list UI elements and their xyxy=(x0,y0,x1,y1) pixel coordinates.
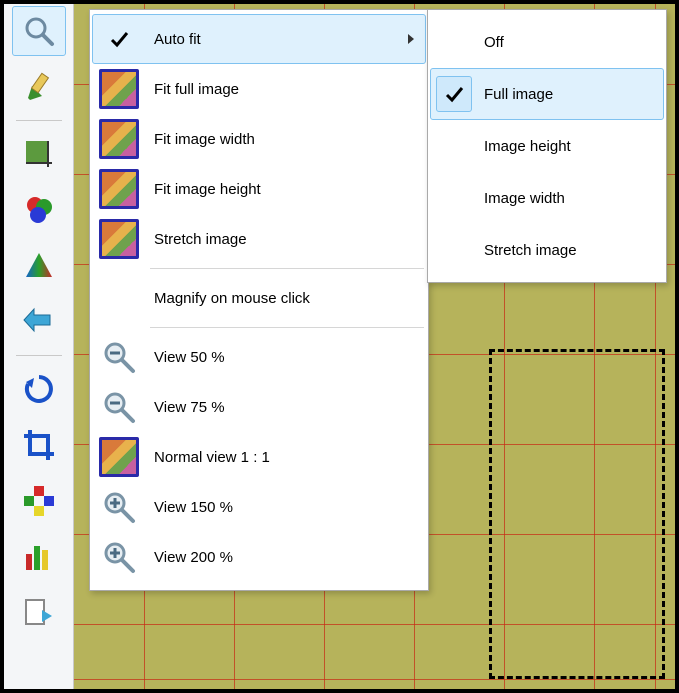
menu-separator xyxy=(150,327,424,328)
menu-item-view-200[interactable]: View 200 % xyxy=(92,532,426,582)
menu-separator xyxy=(150,268,424,269)
magnifier-plus-icon xyxy=(101,539,137,575)
menu-item-label: View 75 % xyxy=(154,399,420,416)
pencil-icon xyxy=(22,70,56,104)
menu-item-fit-image-width[interactable]: Fit image width xyxy=(92,114,426,164)
histogram-icon xyxy=(22,540,56,574)
menu-item-normal-view[interactable]: Normal view 1 : 1 xyxy=(92,432,426,482)
menu-item-label: Fit image width xyxy=(154,131,420,148)
submenu-item-image-width[interactable]: Image width xyxy=(430,172,664,224)
submenu-item-label: Stretch image xyxy=(484,242,577,259)
selection-rect xyxy=(489,349,665,679)
cone-icon xyxy=(22,249,56,283)
crop-icon xyxy=(22,428,56,462)
magnifier-icon xyxy=(22,14,56,48)
menu-item-view-75[interactable]: View 75 % xyxy=(92,382,426,432)
app-window: Auto fit Fit full image Fit image width … xyxy=(0,0,679,693)
check-icon xyxy=(109,29,129,49)
color-swap-icon xyxy=(22,484,56,518)
thumbnail-icon xyxy=(99,219,139,259)
rotate-icon xyxy=(22,372,56,406)
menu-item-stretch-image[interactable]: Stretch image xyxy=(92,214,426,264)
submenu-item-label: Image width xyxy=(484,190,565,207)
menu-item-magnify-on-click[interactable]: Magnify on mouse click xyxy=(92,273,426,323)
thumbnail-icon xyxy=(99,169,139,209)
menu-item-label: Fit full image xyxy=(154,81,420,98)
submenu-item-label: Off xyxy=(484,34,504,51)
thumbnail-icon xyxy=(99,69,139,109)
page-next-tool-button[interactable] xyxy=(12,588,66,638)
grid-measure-tool-button[interactable] xyxy=(12,129,66,179)
submenu-item-stretch-image[interactable]: Stretch image xyxy=(430,224,664,276)
left-toolbar xyxy=(4,4,74,689)
submenu-arrow-icon xyxy=(408,34,414,44)
cone-tool-button[interactable] xyxy=(12,241,66,291)
rgb-circles-icon xyxy=(22,193,56,227)
menu-item-label: View 200 % xyxy=(154,549,420,566)
menu-item-fit-full-image[interactable]: Fit full image xyxy=(92,64,426,114)
submenu-item-off[interactable]: Off xyxy=(430,16,664,68)
menu-item-auto-fit[interactable]: Auto fit xyxy=(92,14,426,64)
submenu-item-label: Image height xyxy=(484,138,571,155)
view-menu: Auto fit Fit full image Fit image width … xyxy=(89,9,429,591)
auto-fit-submenu: Off Full image Image height Image width … xyxy=(427,9,667,283)
menu-item-label: View 150 % xyxy=(154,499,420,516)
back-arrow-tool-button[interactable] xyxy=(12,297,66,347)
magnifier-minus-icon xyxy=(101,339,137,375)
submenu-item-label: Full image xyxy=(484,86,553,103)
menu-item-label: Normal view 1 : 1 xyxy=(154,449,420,466)
toolbar-separator xyxy=(16,120,62,121)
menu-item-fit-image-height[interactable]: Fit image height xyxy=(92,164,426,214)
magnifier-plus-icon xyxy=(101,489,137,525)
thumbnail-icon xyxy=(99,437,139,477)
menu-item-label: Auto fit xyxy=(154,31,394,48)
zoom-tool-button[interactable] xyxy=(12,6,66,56)
menu-item-view-150[interactable]: View 150 % xyxy=(92,482,426,532)
grid-ruler-icon xyxy=(22,137,56,171)
toolbar-separator xyxy=(16,355,62,356)
color-swap-tool-button[interactable] xyxy=(12,476,66,526)
submenu-item-full-image[interactable]: Full image xyxy=(430,68,664,120)
menu-item-view-50[interactable]: View 50 % xyxy=(92,332,426,382)
histogram-tool-button[interactable] xyxy=(12,532,66,582)
rotate-tool-button[interactable] xyxy=(12,364,66,414)
page-arrow-icon xyxy=(22,596,56,630)
submenu-item-image-height[interactable]: Image height xyxy=(430,120,664,172)
menu-item-label: Magnify on mouse click xyxy=(154,290,420,307)
rgb-circles-tool-button[interactable] xyxy=(12,185,66,235)
back-arrow-icon xyxy=(22,305,56,339)
magnifier-minus-icon xyxy=(101,389,137,425)
menu-item-label: Fit image height xyxy=(154,181,420,198)
check-icon xyxy=(444,84,464,104)
pencil-tool-button[interactable] xyxy=(12,62,66,112)
menu-item-label: Stretch image xyxy=(154,231,420,248)
menu-item-label: View 50 % xyxy=(154,349,420,366)
crop-tool-button[interactable] xyxy=(12,420,66,470)
thumbnail-icon xyxy=(99,119,139,159)
